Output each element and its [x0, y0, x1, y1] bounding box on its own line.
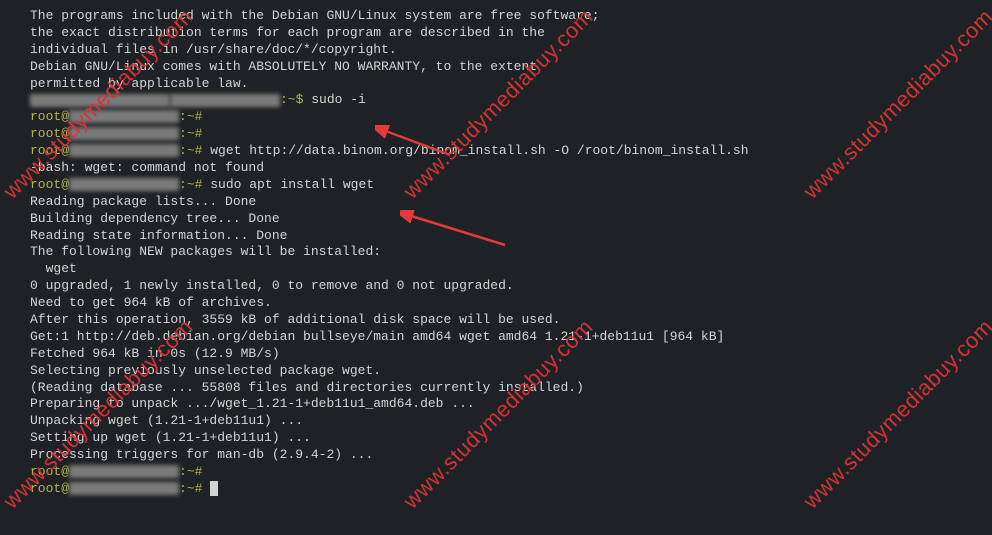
term-line: Reading state information... Done: [30, 228, 992, 245]
redacted-host: [69, 110, 179, 123]
root-label: root@: [30, 126, 69, 141]
prompt-suffix: :~#: [179, 126, 210, 141]
term-line: the exact distribution terms for each pr…: [30, 25, 992, 42]
term-line: The following NEW packages will be insta…: [30, 244, 992, 261]
term-line: Setting up wget (1.21-1+deb11u1) ...: [30, 430, 992, 447]
redacted-host: [69, 465, 179, 478]
term-line: wget: [30, 261, 992, 278]
term-line: Debian GNU/Linux comes with ABSOLUTELY N…: [30, 59, 992, 76]
term-line: individual files in /usr/share/doc/*/cop…: [30, 42, 992, 59]
term-line: After this operation, 3559 kB of additio…: [30, 312, 992, 329]
prompt-line: root@ :~# sudo apt install wget: [30, 177, 992, 194]
prompt-suffix: :~#: [179, 481, 210, 496]
prompt-line: root@ :~#: [30, 464, 992, 481]
term-line: Need to get 964 kB of archives.: [30, 295, 992, 312]
root-label: root@: [30, 177, 69, 192]
prompt-line: root@ :~#: [30, 109, 992, 126]
command-text: wget http://data.binom.org/binom_install…: [210, 143, 748, 158]
term-line: Get:1 http://deb.debian.org/debian bulls…: [30, 329, 992, 346]
term-line: Building dependency tree... Done: [30, 211, 992, 228]
term-line: Selecting previously unselected package …: [30, 363, 992, 380]
prompt-line: root@ :~# wget http://data.binom.org/bino…: [30, 143, 992, 160]
term-line: Processing triggers for man-db (2.9.4-2)…: [30, 447, 992, 464]
prompt-line: :~$ sudo -i: [30, 92, 992, 109]
redacted-host: [69, 482, 179, 495]
prompt-suffix: :~#: [179, 464, 210, 479]
prompt-suffix: :~$: [280, 92, 311, 107]
term-line: Reading package lists... Done: [30, 194, 992, 211]
terminal-output[interactable]: The programs included with the Debian GN…: [30, 8, 992, 498]
term-line: -bash: wget: command not found: [30, 160, 992, 177]
redacted-host: [170, 94, 280, 107]
term-line: 0 upgraded, 1 newly installed, 0 to remo…: [30, 278, 992, 295]
root-label: root@: [30, 109, 69, 124]
cursor-icon: [210, 481, 218, 496]
redacted-host: [69, 178, 179, 191]
redacted-host: [30, 94, 170, 107]
root-label: root@: [30, 464, 69, 479]
prompt-suffix: :~#: [179, 143, 210, 158]
command-text: sudo -i: [311, 92, 366, 107]
prompt-suffix: :~#: [179, 109, 210, 124]
command-text: sudo apt install wget: [210, 177, 374, 192]
term-line: Fetched 964 kB in 0s (12.9 MB/s): [30, 346, 992, 363]
prompt-line-current[interactable]: root@ :~#: [30, 481, 992, 498]
term-line: Unpacking wget (1.21-1+deb11u1) ...: [30, 413, 992, 430]
term-line: Preparing to unpack .../wget_1.21-1+deb1…: [30, 396, 992, 413]
root-label: root@: [30, 143, 69, 158]
term-line: The programs included with the Debian GN…: [30, 8, 992, 25]
term-line: permitted by applicable law.: [30, 76, 992, 93]
redacted-host: [69, 127, 179, 140]
term-line: (Reading database ... 55808 files and di…: [30, 380, 992, 397]
prompt-suffix: :~#: [179, 177, 210, 192]
prompt-line: root@ :~#: [30, 126, 992, 143]
root-label: root@: [30, 481, 69, 496]
redacted-host: [69, 144, 179, 157]
